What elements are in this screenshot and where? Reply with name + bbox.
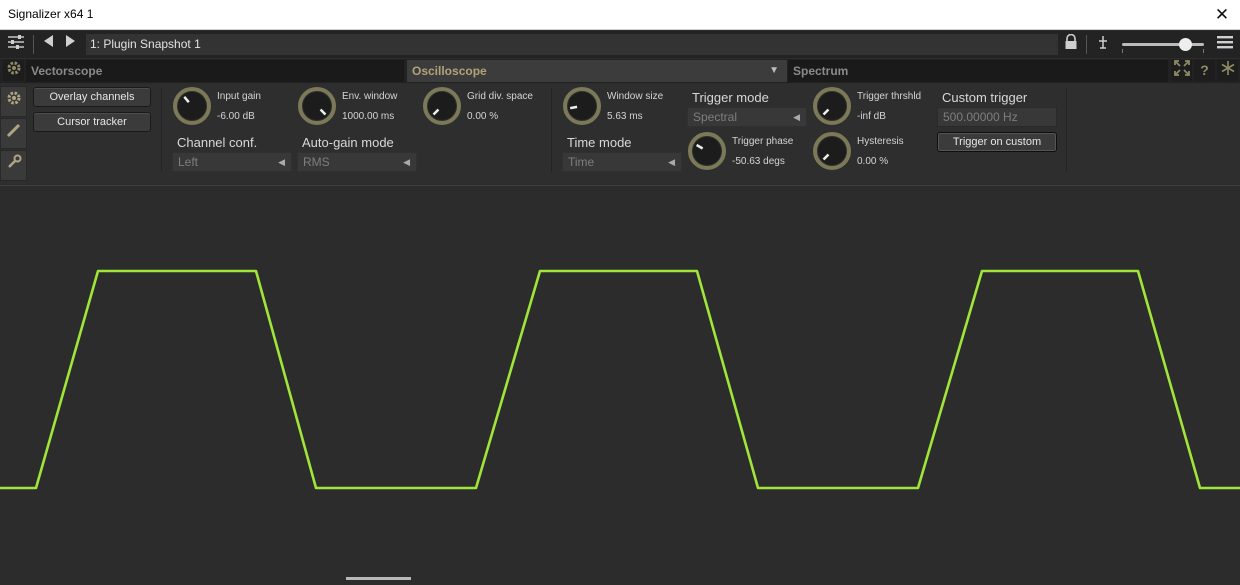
preset-name-field[interactable]: 1: Plugin Snapshot 1: [86, 34, 1058, 55]
window-size-label: Window size: [607, 91, 664, 102]
menu-icon[interactable]: [1215, 34, 1235, 54]
knob-body: [178, 92, 206, 120]
input-gain-value: -6.00 dB: [217, 111, 255, 122]
channel-conf-value: Left: [178, 155, 199, 169]
env-window-knob[interactable]: [297, 86, 337, 126]
view-tabbar: Vectorscope Oscilloscope ▼ Spectrum ?: [0, 59, 1240, 83]
tab-vectorscope-label: Vectorscope: [31, 64, 103, 78]
hysteresis-value: 0.00 %: [857, 156, 889, 167]
trigger-phase-value: -50.63 degs: [732, 156, 785, 167]
fullscreen-icon[interactable]: [1171, 60, 1192, 81]
oscilloscope-controls-panel: Overlay channels Cursor tracker Input ga…: [0, 84, 1240, 186]
auto-gain-mode-value: RMS: [303, 155, 330, 169]
tab-oscilloscope[interactable]: Oscilloscope ▼: [407, 60, 787, 82]
trigger-mode-select[interactable]: Spectral ◀: [687, 107, 807, 127]
hysteresis-knob[interactable]: [812, 131, 852, 171]
hysteresis-label: Hysteresis: [857, 136, 904, 147]
waveform-svg: [0, 269, 1240, 490]
knob-indicator: [569, 105, 578, 110]
dropdown-arrow-icon: ◀: [278, 157, 285, 167]
settings-gear-tool-icon[interactable]: [0, 86, 27, 117]
section-divider: [1066, 88, 1067, 172]
auto-gain-mode-label: Auto-gain mode: [302, 135, 394, 150]
grid-div-space-knob[interactable]: [422, 86, 462, 126]
cursor-tracker-button[interactable]: Cursor tracker: [33, 112, 151, 132]
host-toolbar: 1: Plugin Snapshot 1: [0, 31, 1240, 58]
knob-body: [693, 137, 721, 165]
knob-body: [303, 92, 331, 120]
custom-trigger-label: Custom trigger: [942, 90, 1028, 105]
knob-body: [818, 137, 846, 165]
wrench-tool-icon[interactable]: [0, 150, 27, 181]
grid-div-space-label: Grid div. space: [467, 91, 533, 102]
window-size-value: 5.63 ms: [607, 111, 643, 122]
trigger-threshold-value: -inf dB: [857, 111, 886, 122]
trigger-on-custom-button[interactable]: Trigger on custom: [937, 132, 1057, 152]
window-title: Signalizer x64 1: [8, 7, 94, 21]
lock-icon[interactable]: [1061, 33, 1081, 54]
section-divider: [551, 88, 552, 172]
window-titlebar: Signalizer x64 1 ✕: [0, 0, 1240, 30]
trigger-phase-label: Trigger phase: [732, 136, 794, 147]
input-gain-knob[interactable]: [172, 86, 212, 126]
global-settings-gear-icon[interactable]: [3, 60, 24, 81]
knob-body: [818, 92, 846, 120]
toolbar-divider: [33, 35, 34, 54]
env-window-label: Env. window: [342, 91, 398, 102]
time-mode-value: Time: [568, 155, 595, 169]
pencil-tool-icon[interactable]: [0, 118, 27, 149]
dropdown-arrow-icon: ◀: [403, 157, 410, 167]
input-gain-label: Input gain: [217, 91, 261, 102]
overlay-channels-button[interactable]: Overlay channels: [33, 87, 151, 107]
time-mode-select[interactable]: Time ◀: [562, 152, 682, 172]
channel-conf-select[interactable]: Left ◀: [172, 152, 292, 172]
trigger-threshold-knob[interactable]: [812, 86, 852, 126]
trigger-mode-label: Trigger mode: [692, 90, 769, 105]
channel-conf-label: Channel conf.: [177, 135, 258, 150]
freeze-snowflake-icon[interactable]: [1217, 60, 1238, 81]
next-preset-icon[interactable]: [61, 34, 81, 54]
knob-body: [568, 92, 596, 120]
dropdown-arrow-icon: ◀: [668, 157, 675, 167]
trigger-threshold-label: Trigger thrshld: [857, 91, 922, 102]
toolbar-divider: [1086, 35, 1087, 54]
oscilloscope-display[interactable]: [0, 187, 1240, 580]
knob-body: [428, 92, 456, 120]
time-mode-label: Time mode: [567, 135, 632, 150]
tab-spectrum-label: Spectrum: [793, 64, 849, 78]
prev-preset-icon[interactable]: [38, 34, 58, 54]
env-window-value: 1000.00 ms: [342, 111, 395, 122]
tab-oscilloscope-label: Oscilloscope: [412, 64, 487, 78]
tab-vectorscope[interactable]: Vectorscope: [26, 60, 404, 82]
tab-spectrum[interactable]: Spectrum: [788, 60, 1168, 82]
zoom-slider-ticks: [1122, 49, 1204, 53]
dropdown-arrow-icon: ◀: [793, 112, 800, 122]
zoom-slider-thumb[interactable]: [1179, 38, 1192, 51]
waveform-trace: [0, 269, 1240, 490]
window-size-knob[interactable]: [562, 86, 602, 126]
auto-gain-mode-select[interactable]: RMS ◀: [297, 152, 417, 172]
trigger-phase-knob[interactable]: [687, 131, 727, 171]
help-icon[interactable]: ?: [1194, 60, 1215, 81]
trigger-mode-value: Spectral: [693, 110, 738, 124]
bypass-icon[interactable]: [1093, 34, 1113, 54]
section-divider: [161, 88, 162, 172]
zoom-slider[interactable]: [1120, 38, 1208, 53]
custom-trigger-input[interactable]: [937, 107, 1057, 127]
tab-dropdown-icon[interactable]: ▼: [769, 60, 779, 82]
grid-div-space-value: 0.00 %: [467, 111, 499, 122]
close-icon[interactable]: ✕: [1210, 3, 1234, 27]
settings-sliders-icon[interactable]: [6, 34, 26, 54]
